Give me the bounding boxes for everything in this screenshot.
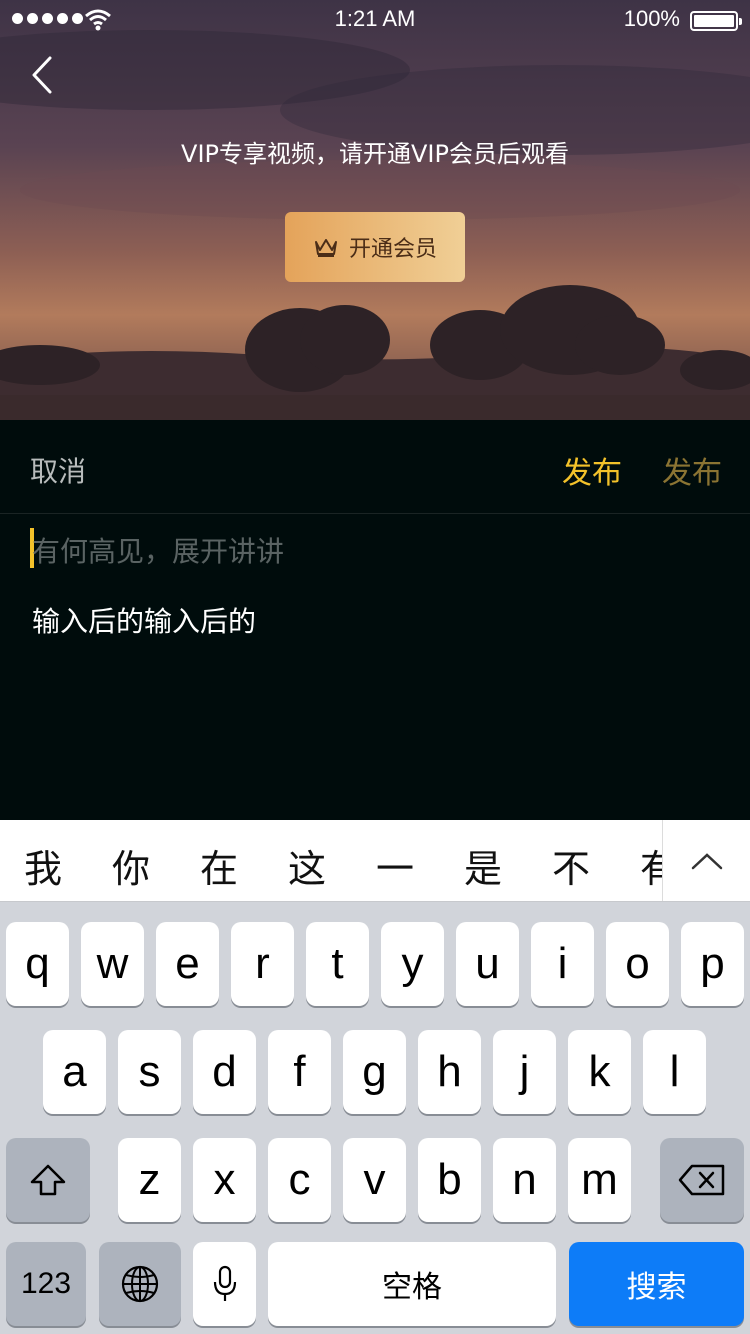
globe-icon [121,1265,159,1303]
comment-editor: 取消 发布 发布 有何高见，展开讲讲 输入后的输入后的 [0,420,750,820]
key-h[interactable]: h [418,1030,481,1114]
key-f[interactable]: f [268,1030,331,1114]
candidate-item[interactable]: 有 [640,838,662,893]
sunset-landscape-image [0,0,750,420]
delete-key[interactable] [660,1138,744,1222]
publish-button-disabled[interactable]: 发布 [662,448,722,492]
key-v[interactable]: v [343,1138,406,1222]
candidate-item[interactable]: 是 [464,838,502,893]
space-key[interactable]: 空格 [268,1242,556,1326]
key-j[interactable]: j [493,1030,556,1114]
microphone-icon [213,1265,236,1301]
key-t[interactable]: t [306,922,369,1006]
editor-toolbar: 取消 发布 发布 [0,420,750,514]
key-a[interactable]: a [43,1030,106,1114]
key-d[interactable]: d [193,1030,256,1114]
numbers-key[interactable]: 123 [6,1242,86,1326]
candidate-item[interactable]: 这 [288,838,326,893]
vip-message: VIP专享视频，请开通VIP会员后观看 [181,140,569,168]
vip-video-panel: 1:21 AM 100% VIP专享视频，请开通VIP会员后观看 开通会员 [0,0,750,420]
key-n[interactable]: n [493,1138,556,1222]
key-s[interactable]: s [118,1030,181,1114]
key-w[interactable]: w [81,922,144,1006]
key-q[interactable]: q [6,922,69,1006]
key-b[interactable]: b [418,1138,481,1222]
candidate-list: 我 你 在 这 一 是 不 有 [0,820,662,901]
back-arrow-icon[interactable] [24,50,64,100]
key-x[interactable]: x [193,1138,256,1222]
candidate-item[interactable]: 在 [200,838,238,893]
ime-candidate-bar: 我 你 在 这 一 是 不 有 [0,820,750,902]
status-bar: 1:21 AM 100% [0,0,750,40]
candidate-item[interactable]: 一 [376,838,414,893]
key-i[interactable]: i [531,922,594,1006]
key-p[interactable]: p [681,922,744,1006]
key-m[interactable]: m [568,1138,631,1222]
key-z[interactable]: z [118,1138,181,1222]
publish-button[interactable]: 发布 [562,448,622,492]
shift-icon [30,1164,66,1196]
search-key[interactable]: 搜索 [569,1242,744,1326]
candidate-item[interactable]: 不 [552,838,590,893]
battery-icon [690,11,742,31]
key-y[interactable]: y [381,922,444,1006]
crown-icon [314,239,337,257]
key-u[interactable]: u [456,922,519,1006]
key-e[interactable]: e [156,922,219,1006]
open-vip-button[interactable]: 开通会员 [285,212,465,282]
comment-input-text[interactable]: 输入后的输入后的 [32,600,256,640]
expand-candidates-button[interactable] [662,820,750,901]
key-g[interactable]: g [343,1030,406,1114]
cancel-button[interactable]: 取消 [30,450,86,490]
shift-key[interactable] [6,1138,90,1222]
globe-key[interactable] [99,1242,181,1326]
battery-percent: 100% [623,6,680,31]
candidate-item[interactable]: 我 [24,838,62,893]
open-vip-label: 开通会员 [348,237,437,262]
key-r[interactable]: r [231,922,294,1006]
key-l[interactable]: l [643,1030,706,1114]
chevron-up-icon [691,853,722,870]
candidate-item[interactable]: 你 [112,838,150,893]
backspace-icon [678,1164,725,1196]
key-c[interactable]: c [268,1138,331,1222]
key-k[interactable]: k [568,1030,631,1114]
key-o[interactable]: o [606,922,669,1006]
keyboard: q w e r t y u i o p a s d f g h j k l z … [0,902,750,1334]
microphone-key[interactable] [193,1242,256,1326]
comment-input-placeholder[interactable]: 有何高见，展开讲讲 [32,530,284,570]
